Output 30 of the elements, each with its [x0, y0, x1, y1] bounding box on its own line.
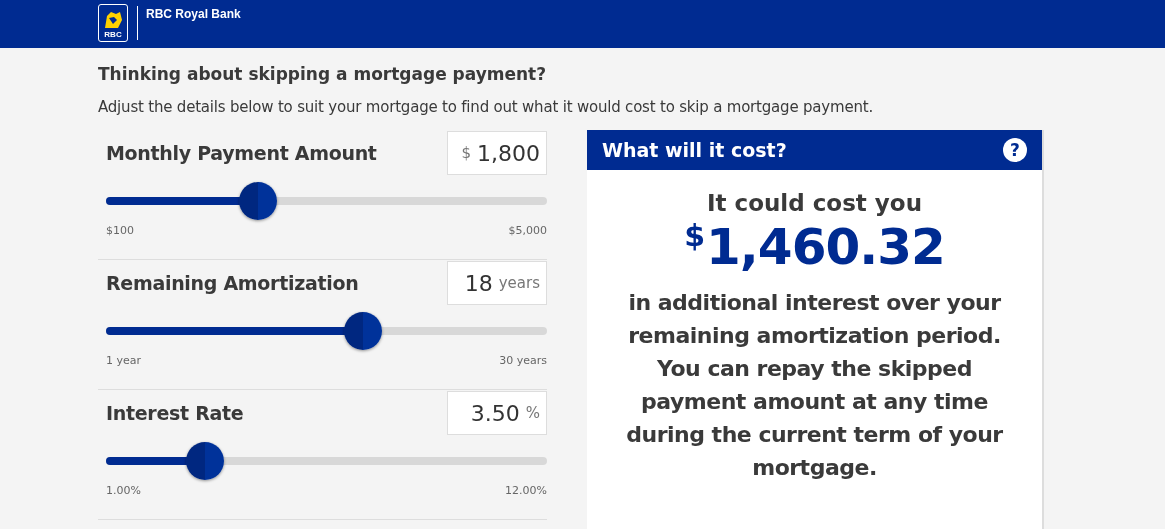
min-label: $100 — [106, 224, 134, 237]
input-field[interactable]: 18 years — [447, 261, 547, 305]
min-label: 1.00% — [106, 484, 141, 497]
slider[interactable] — [106, 442, 547, 480]
input-field[interactable]: 3.50 % — [447, 391, 547, 435]
input-field[interactable]: $ 1,800 — [447, 131, 547, 175]
result-description: in additional interest over your remaining amortization period. You can repay the skipped payment amount at any time during the current term of your mortgage. — [625, 289, 1004, 482]
unit-label: $ — [461, 144, 471, 162]
panel-title: What will it cost? — [602, 139, 787, 161]
slider[interactable] — [106, 312, 547, 350]
min-label: 1 year — [106, 354, 142, 367]
slider-thumb[interactable] — [344, 312, 383, 350]
page-title: Thinking about skipping a mortgage payment? — [98, 64, 548, 84]
slider[interactable] — [106, 182, 547, 220]
field-label: Remaining Amortization — [106, 272, 359, 294]
max-label: 30 years — [499, 354, 547, 367]
slider-thumb[interactable] — [185, 442, 224, 480]
max-label: $5,000 — [508, 224, 547, 237]
result-lead: It could cost you — [706, 190, 923, 216]
help-button[interactable]: ? — [1003, 138, 1027, 162]
field-label: Interest Rate — [106, 402, 244, 424]
unit-label: % — [525, 404, 540, 422]
cost-amount: $^{$}$1,460.32 — [683, 218, 946, 276]
unit-label: years — [498, 274, 540, 292]
intro-text: Adjust the details below to suit your mortgage to find out what it would cost to skip a mortgage payment. — [98, 98, 874, 116]
bank-logo: RBC — [98, 4, 128, 42]
bank-name: RBC Royal Bank — [146, 7, 241, 21]
field-label: Monthly Payment Amount — [106, 142, 377, 164]
slider-thumb[interactable] — [239, 182, 278, 220]
max-label: 12.00% — [505, 484, 547, 497]
